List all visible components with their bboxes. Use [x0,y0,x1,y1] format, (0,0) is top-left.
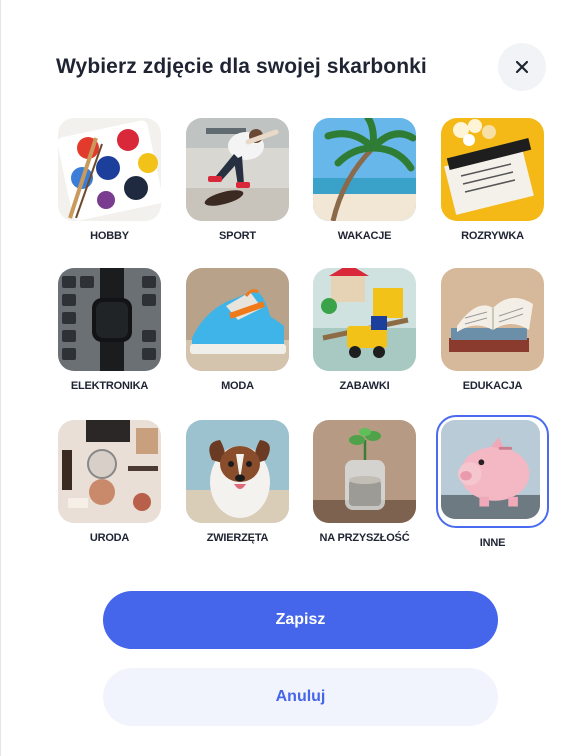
category-label: MODA [221,380,254,392]
category-tile-elektronika[interactable]: ELEKTRONIKA [58,268,161,392]
save-button[interactable]: Zapisz [103,591,498,649]
category-label: EDUKACJA [462,380,523,392]
cancel-button[interactable]: Anuluj [103,668,498,726]
category-label: ZWIERZĘTA [206,532,269,544]
category-tile-inne[interactable]: INNE [436,415,549,549]
smartwatch-image [58,268,161,371]
sneaker-image [186,268,289,371]
dialog-title: Wybierz zdjęcie dla swojej skarbonki [56,55,427,78]
category-tile-edukacja[interactable]: EDUKACJA [441,268,544,392]
selected-indicator [436,415,549,528]
category-tile-rozrywka[interactable]: ROZRYWKA [441,118,544,242]
category-tile-moda[interactable]: MODA [186,268,289,392]
category-tile-zwierzeta[interactable]: ZWIERZĘTA [186,420,289,544]
category-tile-hobby[interactable]: HOBBY [58,118,161,242]
cosmetics-image [58,420,161,523]
category-tile-na-przyszlosc[interactable]: NA PRZYSZŁOŚĆ [313,420,416,544]
clapperboard-image [441,118,544,221]
skateboarder-image [186,118,289,221]
piggy-bank-image [441,420,540,519]
category-label: ROZRYWKA [461,230,524,242]
category-tile-wakacje[interactable]: WAKACJE [313,118,416,242]
close-button[interactable] [498,43,546,91]
category-tile-zabawki[interactable]: ZABAWKI [313,268,416,392]
category-label: INNE [479,537,506,549]
category-label: HOBBY [90,230,129,242]
coin-jar-image [313,420,416,523]
category-tile-uroda[interactable]: URODA [58,420,161,544]
category-label: URODA [89,532,130,544]
category-tile-sport[interactable]: SPORT [186,118,289,242]
category-label: WAKACJE [337,230,392,242]
paint-palette-image [58,118,161,221]
palm-beach-image [313,118,416,221]
category-label: NA PRZYSZŁOŚĆ [319,532,410,544]
open-book-image [441,268,544,371]
image-picker-dialog: Wybierz zdjęcie dla swojej skarbonki HOB… [0,0,579,756]
close-icon [515,60,529,74]
toy-train-image [313,268,416,371]
category-label: ELEKTRONIKA [70,380,149,392]
category-label: SPORT [219,230,256,242]
category-label: ZABAWKI [339,380,390,392]
dog-image [186,420,289,523]
